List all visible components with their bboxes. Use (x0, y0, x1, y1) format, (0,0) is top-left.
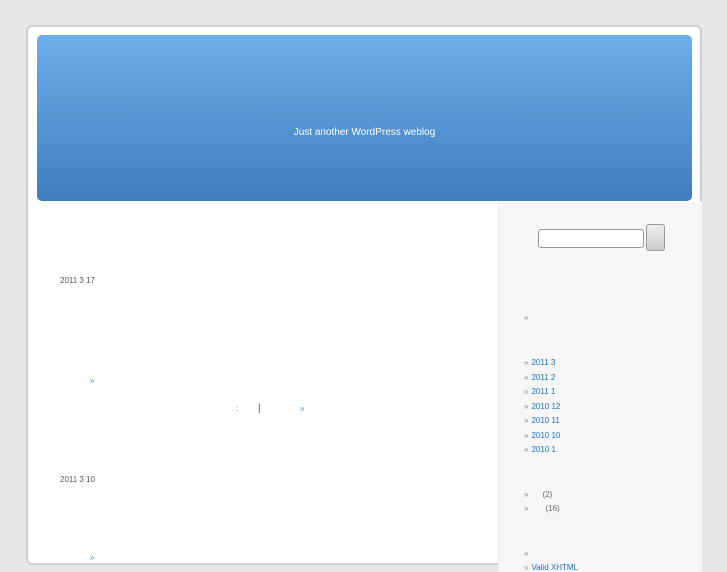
archive-item: » 2010 12 (524, 402, 561, 411)
search-button[interactable] (646, 224, 665, 251)
archive-link[interactable]: 2010 11 (531, 416, 559, 425)
blog-description: Just another WordPress weblog (293, 127, 436, 138)
meta-item: » Valid XHTML (524, 563, 578, 572)
read-more-link[interactable]: » (90, 376, 94, 385)
archive-item: » 2010 1 (524, 445, 556, 454)
header-banner: Just another WordPress weblog (37, 35, 692, 201)
page-container: Just another WordPress weblog 2011 3 17 … (26, 25, 702, 572)
valid-xhtml-link[interactable]: Valid XHTML (531, 563, 578, 572)
sidebar: » » 2011 3 » 2011 2 » 2011 1 » 2010 12 » 2010… (498, 202, 702, 572)
post-date: 2011 3 10 (60, 475, 95, 484)
archive-item: » 2010 10 (524, 431, 561, 440)
archive-item: » 2010 11 (524, 416, 560, 425)
category-item[interactable]: » (16) (524, 504, 560, 513)
archive-link[interactable]: 2010 1 (531, 445, 555, 454)
category-count: (2) (542, 490, 553, 499)
category-count: (16) (545, 504, 560, 513)
meta-item: » (524, 549, 529, 558)
comments-link[interactable]: » (300, 404, 304, 413)
archive-link[interactable]: 2011 2 (531, 373, 555, 382)
post-date: 2011 3 17 (60, 276, 95, 285)
category-item[interactable]: » (2) (524, 490, 552, 499)
post-meta-divider: | (258, 403, 261, 414)
read-more-link[interactable]: » (90, 553, 94, 562)
sidebar-item: » (524, 313, 529, 322)
archive-item: » 2011 2 (524, 373, 556, 382)
main-content: 2011 3 17 » : | » 2011 3 10 » (28, 202, 498, 572)
archive-item: » 2011 3 (524, 358, 556, 367)
archive-link[interactable]: 2010 10 (531, 431, 560, 440)
archive-link[interactable]: 2011 3 (531, 358, 555, 367)
archive-item: » 2011 1 (524, 387, 556, 396)
archive-link[interactable]: 2011 1 (531, 387, 555, 396)
post-meta-sep: : (236, 404, 239, 413)
archive-link[interactable]: 2010 12 (531, 402, 560, 411)
search-input[interactable] (538, 229, 644, 248)
